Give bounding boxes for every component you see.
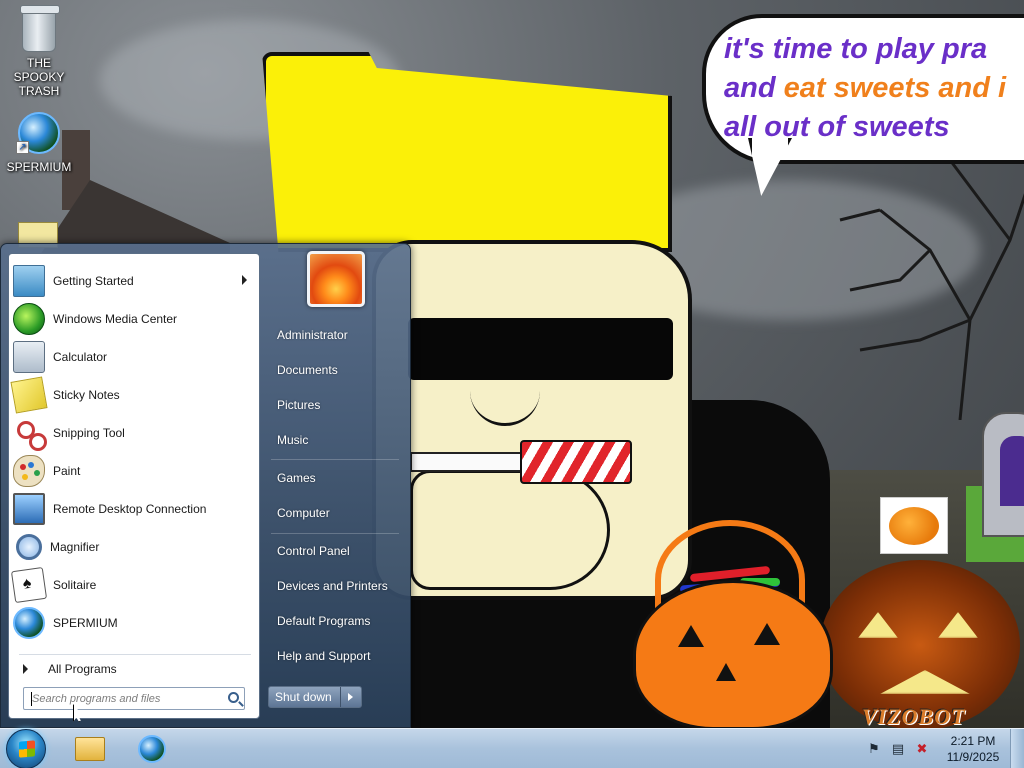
link-control-panel[interactable]: Control Panel <box>267 538 403 564</box>
start-menu-programs-pane: Getting Started Windows Media Center Cal… <box>8 253 260 719</box>
program-label: Solitaire <box>53 578 97 592</box>
globe-browser-icon <box>138 735 166 763</box>
shutdown-options-arrow-icon[interactable] <box>341 687 361 707</box>
program-label: SPERMIUM <box>53 616 118 630</box>
clock-time: 2:21 PM <box>950 734 996 748</box>
program-windows-media-center[interactable]: Windows Media Center <box>13 301 255 337</box>
program-calculator[interactable]: Calculator <box>13 339 255 375</box>
magnifier-icon <box>16 534 42 560</box>
link-devices-printers[interactable]: Devices and Printers <box>267 573 403 599</box>
speech-bubble-text: it's time to play pra and eat sweets and… <box>724 30 1024 147</box>
shortcut-arrow-icon: ↗ <box>16 141 29 154</box>
taskbar: ⚑ ▤ ✖ 2:21 PM 11/9/2025 <box>0 728 1024 768</box>
remote-desktop-icon <box>13 493 45 525</box>
search-placeholder: Search programs and files <box>32 693 161 705</box>
recycle-bin-icon <box>20 5 60 52</box>
system-clock[interactable]: 2:21 PM 11/9/2025 <box>940 733 1006 765</box>
yellow-hat <box>262 52 672 252</box>
playing-card-icon <box>10 566 48 604</box>
striped-candy <box>520 440 632 484</box>
link-computer[interactable]: Computer <box>267 500 403 526</box>
bubble-line-2b: eat sweets and i <box>783 72 1007 104</box>
watermark-text: VIZOBOT <box>862 704 966 728</box>
calculator-icon <box>13 341 45 373</box>
start-button[interactable] <box>6 729 46 768</box>
program-sticky-notes[interactable]: Sticky Notes <box>10 376 255 414</box>
program-paint[interactable]: Paint <box>13 453 255 489</box>
bubble-line-3: all out of sweets <box>724 111 950 143</box>
scissors-icon <box>13 417 47 451</box>
desktop-icon-label: SPERMIUM <box>6 160 72 174</box>
program-label: Windows Media Center <box>53 312 178 326</box>
tombstone <box>982 412 1024 537</box>
shutdown-button[interactable]: Shut down <box>269 687 341 707</box>
all-programs-label: All Programs <box>48 662 117 676</box>
program-magnifier[interactable]: Magnifier <box>13 529 255 565</box>
clock-date: 11/9/2025 <box>946 750 1000 764</box>
getting-started-icon <box>13 265 45 297</box>
desktop-icon-trash[interactable]: THE SPOOKY TRASH <box>1 5 77 98</box>
link-documents[interactable]: Documents <box>267 357 403 383</box>
globe-browser-icon <box>13 607 45 639</box>
program-label: Remote Desktop Connection <box>53 502 207 516</box>
sunglasses <box>408 318 673 380</box>
bubble-line-2: and eat sweets and i <box>724 69 1024 108</box>
program-label: Paint <box>53 464 81 478</box>
explorer-folder-icon <box>75 737 105 761</box>
candy-stick <box>410 452 525 472</box>
link-administrator[interactable]: Administrator <box>267 322 403 348</box>
program-remote-desktop[interactable]: Remote Desktop Connection <box>13 491 255 527</box>
glowing-pumpkin <box>820 560 1020 728</box>
windows-media-center-icon <box>13 303 45 335</box>
program-snipping-tool[interactable]: Snipping Tool <box>13 415 255 451</box>
program-label: Sticky Notes <box>53 388 120 402</box>
program-label: Calculator <box>53 350 108 364</box>
search-input[interactable]: Search programs and files <box>23 687 245 710</box>
program-getting-started[interactable]: Getting Started <box>13 263 255 299</box>
program-label: Snipping Tool <box>53 426 125 440</box>
link-help-support[interactable]: Help and Support <box>267 643 403 669</box>
start-menu: Getting Started Windows Media Center Cal… <box>0 243 411 728</box>
pumpkin-image <box>880 497 948 554</box>
link-music[interactable]: Music <box>267 427 403 453</box>
divider <box>271 459 399 460</box>
windows-logo-icon <box>19 740 35 758</box>
action-center-flag-icon[interactable]: ⚑ <box>866 741 882 757</box>
sticky-notes-icon <box>10 376 48 414</box>
network-icon[interactable]: ▤ <box>890 741 906 757</box>
divider <box>271 533 399 534</box>
taskbar-explorer[interactable] <box>62 732 118 766</box>
submenu-arrow-icon <box>242 275 247 285</box>
arrow-right-icon <box>23 664 28 674</box>
shutdown-button-group: Shut down <box>268 686 362 708</box>
volume-muted-icon[interactable]: ✖ <box>914 741 930 757</box>
desktop-icon-spermium[interactable]: ↗ SPERMIUM <box>1 112 77 174</box>
link-pictures[interactable]: Pictures <box>267 392 403 418</box>
link-games[interactable]: Games <box>267 465 403 491</box>
bare-tree <box>839 138 1024 420</box>
text-caret <box>31 692 32 706</box>
link-default-programs[interactable]: Default Programs <box>267 608 403 634</box>
character-arm <box>410 470 610 590</box>
show-desktop-button[interactable] <box>1010 729 1024 768</box>
desktop-icon-label: THE SPOOKY TRASH <box>13 56 65 98</box>
program-solitaire[interactable]: Solitaire <box>10 566 255 604</box>
all-programs-button[interactable]: All Programs <box>21 658 253 680</box>
program-label: Magnifier <box>50 540 100 554</box>
bubble-line-2a: and <box>724 72 784 104</box>
search-icon[interactable] <box>228 692 239 703</box>
divider <box>19 654 251 655</box>
user-picture[interactable] <box>307 251 365 307</box>
program-label: Getting Started <box>53 274 134 288</box>
taskbar-spermium[interactable] <box>124 732 180 766</box>
program-spermium[interactable]: SPERMIUM <box>13 605 255 641</box>
globe-browser-icon: ↗ <box>16 112 60 154</box>
pumpkin-bucket <box>633 580 833 728</box>
bubble-line-1: it's time to play pra <box>724 33 988 65</box>
paint-palette-icon <box>13 455 45 487</box>
